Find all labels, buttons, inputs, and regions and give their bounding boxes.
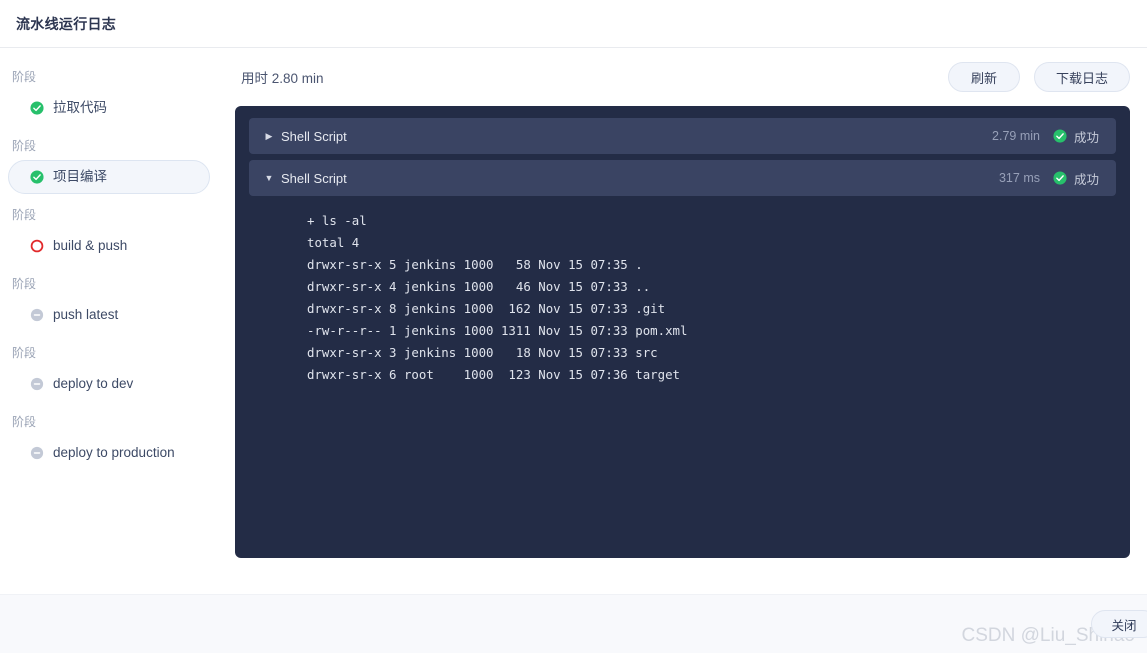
status-badge-label: 成功 — [1073, 130, 1099, 145]
dialog-body: 阶段 拉取代码 阶段 项目编译 阶段 build & push 阶段 push latest 阶… — [0, 48, 1147, 594]
stage-group-label: 阶段 — [12, 277, 37, 291]
chevron-down-icon[interactable]: ▼ — [263, 173, 275, 183]
pipeline-log-dialog: 流水线运行日志 阶段 拉取代码 阶段 项目编译 阶段 build & push 阶段 push… — [0, 0, 1147, 653]
stage-group: 阶段 build & push — [0, 196, 218, 263]
chevron-right-icon[interactable]: ▶ — [263, 131, 275, 141]
dialog-titlebar: 流水线运行日志 — [0, 0, 1147, 48]
log-step: ▼ Shell Script 317 ms 成功 + ls -al total 4 drwx… — [249, 160, 1116, 392]
sidebar-item-stage-3[interactable]: push latest — [8, 298, 210, 332]
log-line: drwxr-sr-x 3 jenkins 1000 18 Nov 15 07:3… — [307, 345, 658, 360]
log-output: + ls -al total 4 drwxr-sr-x 5 jenkins 1000… — [249, 196, 1116, 392]
sidebar-item-stage-1[interactable]: 项目编译 — [8, 160, 210, 194]
sidebar-item-stage-5[interactable]: deploy to production — [8, 436, 210, 470]
stage-group-label: 阶段 — [12, 208, 37, 222]
sidebar-item-stage-2[interactable]: build & push — [8, 229, 210, 263]
main-toolbar: 用时 2.80 min 刷新 下载日志 — [235, 48, 1130, 106]
log-line: drwxr-sr-x 4 jenkins 1000 46 Nov 15 07:3… — [307, 279, 651, 294]
status-badge-label: 成功 — [1073, 172, 1099, 187]
sidebar-item-label: build & push — [53, 238, 128, 253]
log-step-title: Shell Script — [281, 170, 347, 186]
status-success-icon — [1053, 129, 1067, 143]
sidebar-item-label: 拉取代码 — [53, 100, 107, 115]
log-step-duration: 317 ms — [998, 171, 1040, 185]
stage-group: 阶段拉取代码 — [0, 58, 218, 125]
log-step-duration: 2.79 min — [992, 129, 1040, 143]
log-panel[interactable]: ▶ Shell Script 2.79 min 成功 ▼ Shell Script 317 … — [235, 106, 1130, 558]
log-line: -rw-r--r-- 1 jenkins 1000 1311 Nov 15 07… — [307, 323, 688, 338]
status-success-icon — [30, 170, 44, 184]
stage-group: 阶段 deploy to dev — [0, 334, 218, 401]
log-step-header-0[interactable]: ▶ Shell Script 2.79 min 成功 — [249, 118, 1116, 154]
log-step: ▶ Shell Script 2.79 min 成功 — [249, 118, 1116, 154]
sidebar-item-stage-0[interactable]: 拉取代码 — [8, 91, 210, 125]
status-pending-icon — [30, 308, 44, 322]
log-step-header-1[interactable]: ▼ Shell Script 317 ms 成功 — [249, 160, 1116, 196]
download-log-button[interactable]: 下载日志 — [1034, 62, 1130, 92]
log-line: total 4 — [307, 235, 360, 250]
log-line: + ls -al — [307, 213, 367, 228]
main-content: 用时 2.80 min 刷新 下载日志 ▶ Shell Script 2.79 mi… — [218, 48, 1147, 594]
stage-group: 阶段项目编译 — [0, 127, 218, 194]
log-line: drwxr-sr-x 8 jenkins 1000 162 Nov 15 07:… — [307, 301, 666, 316]
status-pending-icon — [30, 446, 44, 460]
stage-group-label: 阶段 — [12, 415, 37, 429]
stage-sidebar: 阶段 拉取代码 阶段 项目编译 阶段 build & push 阶段 push latest 阶… — [0, 48, 218, 594]
stage-group-label: 阶段 — [12, 70, 37, 84]
log-line: drwxr-sr-x 5 jenkins 1000 58 Nov 15 07:3… — [307, 257, 643, 272]
sidebar-item-label: 项目编译 — [53, 169, 107, 184]
status-badge: 成功 — [1053, 127, 1099, 146]
dialog-footer: CSDN @Liu_Shihao 关闭 — [0, 594, 1147, 653]
status-success-icon — [1053, 171, 1067, 185]
sidebar-item-label: push latest — [53, 307, 119, 322]
toolbar-actions: 刷新 下载日志 — [948, 62, 1130, 92]
stage-group: 阶段 deploy to production — [0, 403, 218, 470]
refresh-button[interactable]: 刷新 — [948, 62, 1020, 92]
page-title: 流水线运行日志 — [16, 15, 117, 32]
status-success-icon — [30, 101, 44, 115]
stage-group-label: 阶段 — [12, 346, 37, 360]
total-duration: 用时 2.80 min — [241, 71, 324, 86]
close-button[interactable]: 关闭 — [1091, 610, 1147, 638]
log-step-title: Shell Script — [281, 128, 347, 144]
status-failed-icon — [30, 239, 44, 253]
sidebar-item-stage-4[interactable]: deploy to dev — [8, 367, 210, 401]
log-line: drwxr-sr-x 6 root 1000 123 Nov 15 07:36 … — [307, 367, 680, 382]
status-badge: 成功 — [1053, 169, 1099, 188]
stage-group: 阶段 push latest — [0, 265, 218, 332]
status-pending-icon — [30, 377, 44, 391]
sidebar-item-label: deploy to dev — [53, 376, 134, 391]
stage-group-label: 阶段 — [12, 139, 37, 153]
sidebar-item-label: deploy to production — [53, 445, 175, 460]
